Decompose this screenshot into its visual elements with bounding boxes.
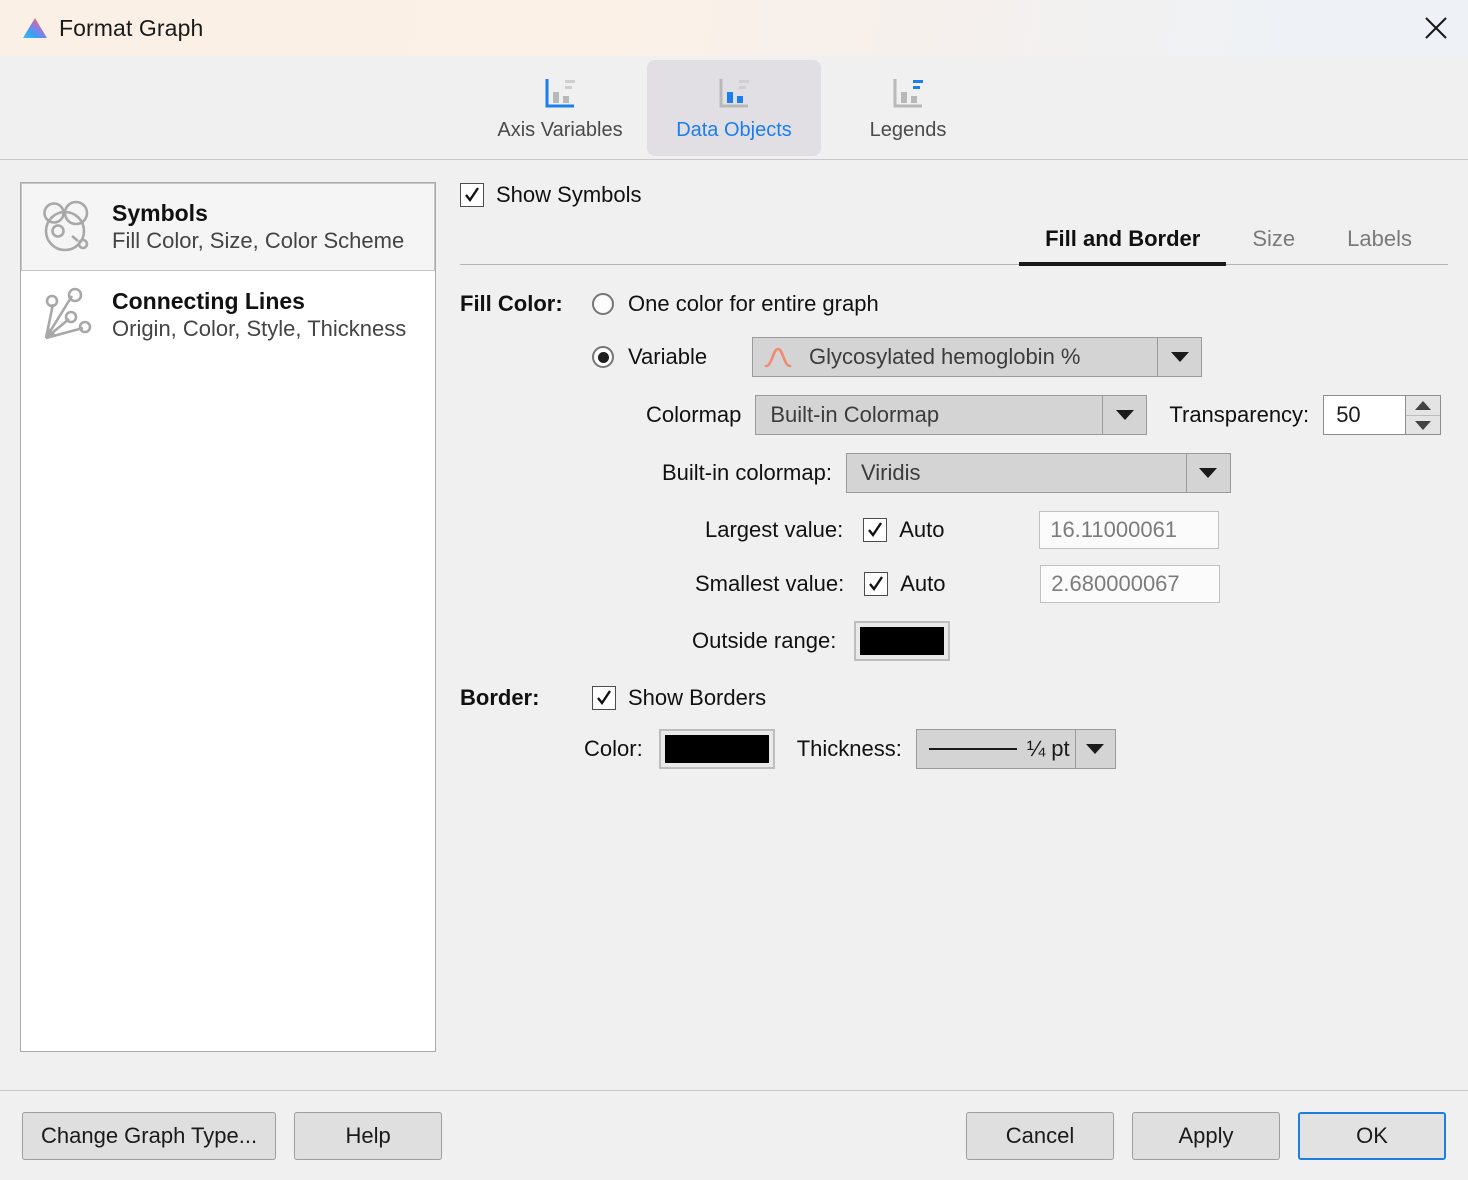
category-title: Symbols bbox=[112, 200, 404, 227]
border-thickness-label: Thickness: bbox=[797, 736, 902, 762]
smallest-value-row: Smallest value: Auto 2.680000067 bbox=[460, 565, 1448, 603]
border-thickness-combo[interactable]: ¼ pt bbox=[916, 729, 1116, 769]
bar-chart-legend-icon bbox=[888, 73, 928, 115]
category-subtitle: Origin, Color, Style, Thickness bbox=[112, 316, 406, 342]
category-subtitle: Fill Color, Size, Color Scheme bbox=[112, 228, 404, 254]
overlapping-circles-icon bbox=[36, 196, 98, 258]
transparency-decrement-button[interactable] bbox=[1406, 415, 1440, 434]
distribution-curve-icon bbox=[761, 346, 795, 368]
category-list: Symbols Fill Color, Size, Color Scheme bbox=[20, 182, 436, 1052]
largest-value-row: Largest value: Auto 16.11000061 bbox=[460, 511, 1448, 549]
radio-variable[interactable] bbox=[592, 346, 614, 368]
format-graph-dialog: Format Graph Axis Variables bbox=[0, 0, 1468, 1180]
smallest-value-auto-label: Auto bbox=[900, 571, 1040, 597]
fill-color-one-color-row: Fill Color: One color for entire graph bbox=[460, 291, 1448, 317]
transparency-increment-button[interactable] bbox=[1406, 396, 1440, 415]
smallest-value-field[interactable]: 2.680000067 bbox=[1040, 565, 1220, 603]
show-borders-label: Show Borders bbox=[628, 685, 766, 711]
outside-range-label: Outside range: bbox=[692, 628, 836, 654]
tab-data-objects[interactable]: Data Objects bbox=[647, 60, 821, 156]
builtin-colormap-label: Built-in colormap: bbox=[662, 460, 832, 486]
radio-one-color-label: One color for entire graph bbox=[628, 291, 879, 317]
colormap-row: Colormap Built-in Colormap Transparency:… bbox=[460, 395, 1448, 435]
show-borders-checkbox[interactable] bbox=[592, 686, 616, 710]
bar-chart-axis-icon bbox=[540, 73, 580, 115]
largest-value-label: Largest value: bbox=[705, 517, 843, 543]
smallest-value-label: Smallest value: bbox=[695, 571, 844, 597]
category-item-connecting-lines[interactable]: Connecting Lines Origin, Color, Style, T… bbox=[21, 271, 435, 359]
settings-pane: Show Symbols Fill and Border Size Labels… bbox=[450, 182, 1448, 1090]
color-chip bbox=[860, 627, 944, 655]
transparency-value[interactable]: 50 bbox=[1323, 395, 1405, 435]
transparency-stepper[interactable]: 50 bbox=[1323, 395, 1441, 435]
tab-label: Legends bbox=[870, 119, 947, 142]
border-show-row: Border: Show Borders bbox=[460, 685, 1448, 711]
border-color-thickness-row: Color: Thickness: ¼ pt bbox=[460, 729, 1448, 769]
check-icon bbox=[463, 186, 481, 204]
chevron-down-icon[interactable] bbox=[1075, 730, 1115, 768]
smallest-value-auto-checkbox[interactable] bbox=[864, 572, 888, 596]
variable-combo-value: Glycosylated hemoglobin % bbox=[795, 344, 1157, 370]
chevron-down-icon[interactable] bbox=[1186, 454, 1230, 492]
fill-color-section-label: Fill Color: bbox=[460, 291, 592, 317]
show-symbols-checkbox[interactable] bbox=[460, 183, 484, 207]
sub-tab-bar: Fill and Border Size Labels bbox=[460, 222, 1448, 265]
main-tab-bar: Axis Variables Data Objects bbox=[0, 56, 1468, 160]
bar-chart-data-icon bbox=[714, 73, 754, 115]
show-symbols-row: Show Symbols bbox=[460, 182, 1448, 208]
window-title: Format Graph bbox=[59, 15, 203, 42]
colormap-label: Colormap bbox=[646, 402, 741, 428]
outside-range-color-swatch[interactable] bbox=[854, 621, 950, 661]
builtin-colormap-combo[interactable]: Viridis bbox=[846, 453, 1231, 493]
category-item-symbols[interactable]: Symbols Fill Color, Size, Color Scheme bbox=[21, 183, 435, 271]
subtab-fill-and-border[interactable]: Fill and Border bbox=[1019, 222, 1226, 266]
variable-combo[interactable]: Glycosylated hemoglobin % bbox=[752, 337, 1202, 377]
check-icon bbox=[866, 521, 884, 539]
chevron-down-icon[interactable] bbox=[1102, 396, 1146, 434]
radio-variable-label: Variable bbox=[628, 344, 752, 370]
close-icon[interactable] bbox=[1404, 0, 1468, 56]
show-symbols-label: Show Symbols bbox=[496, 182, 642, 208]
chevron-down-icon[interactable] bbox=[1157, 338, 1201, 376]
tab-axis-variables[interactable]: Axis Variables bbox=[473, 60, 647, 156]
colormap-combo[interactable]: Built-in Colormap bbox=[755, 395, 1147, 435]
tab-label: Axis Variables bbox=[497, 119, 622, 142]
builtin-colormap-value: Viridis bbox=[847, 460, 1186, 486]
subtab-labels[interactable]: Labels bbox=[1321, 222, 1438, 266]
help-button[interactable]: Help bbox=[294, 1112, 442, 1160]
outside-range-row: Outside range: bbox=[460, 621, 1448, 661]
dialog-body: Symbols Fill Color, Size, Color Scheme bbox=[0, 160, 1468, 1090]
largest-value-field[interactable]: 16.11000061 bbox=[1039, 511, 1219, 549]
change-graph-type-button[interactable]: Change Graph Type... bbox=[22, 1112, 276, 1160]
category-title: Connecting Lines bbox=[112, 288, 406, 315]
border-color-label: Color: bbox=[584, 736, 643, 762]
transparency-label: Transparency: bbox=[1169, 402, 1309, 428]
colormap-combo-value: Built-in Colormap bbox=[756, 402, 1102, 428]
radiating-lines-icon bbox=[36, 284, 98, 346]
cancel-button[interactable]: Cancel bbox=[966, 1112, 1114, 1160]
largest-value-auto-label: Auto bbox=[899, 517, 1039, 543]
apply-button[interactable]: Apply bbox=[1132, 1112, 1280, 1160]
border-thickness-value: ¼ pt bbox=[1027, 736, 1070, 762]
builtin-colormap-row: Built-in colormap: Viridis bbox=[460, 453, 1448, 493]
border-section-label: Border: bbox=[460, 685, 592, 711]
largest-value-auto-checkbox[interactable] bbox=[863, 518, 887, 542]
radio-one-color[interactable] bbox=[592, 293, 614, 315]
color-chip bbox=[665, 735, 769, 763]
subtab-size[interactable]: Size bbox=[1226, 222, 1321, 266]
tab-legends[interactable]: Legends bbox=[821, 60, 995, 156]
check-icon bbox=[867, 575, 885, 593]
fill-color-variable-row: Variable Glycosylated hemoglobin % bbox=[460, 337, 1448, 377]
dialog-footer: Change Graph Type... Help Cancel Apply O… bbox=[0, 1090, 1468, 1180]
line-preview-icon bbox=[929, 748, 1017, 750]
check-icon bbox=[595, 689, 613, 707]
tab-label: Data Objects bbox=[676, 119, 792, 142]
prism-triangle-logo bbox=[22, 17, 48, 39]
title-bar: Format Graph bbox=[0, 0, 1468, 56]
ok-button[interactable]: OK bbox=[1298, 1112, 1446, 1160]
border-color-swatch[interactable] bbox=[659, 729, 775, 769]
